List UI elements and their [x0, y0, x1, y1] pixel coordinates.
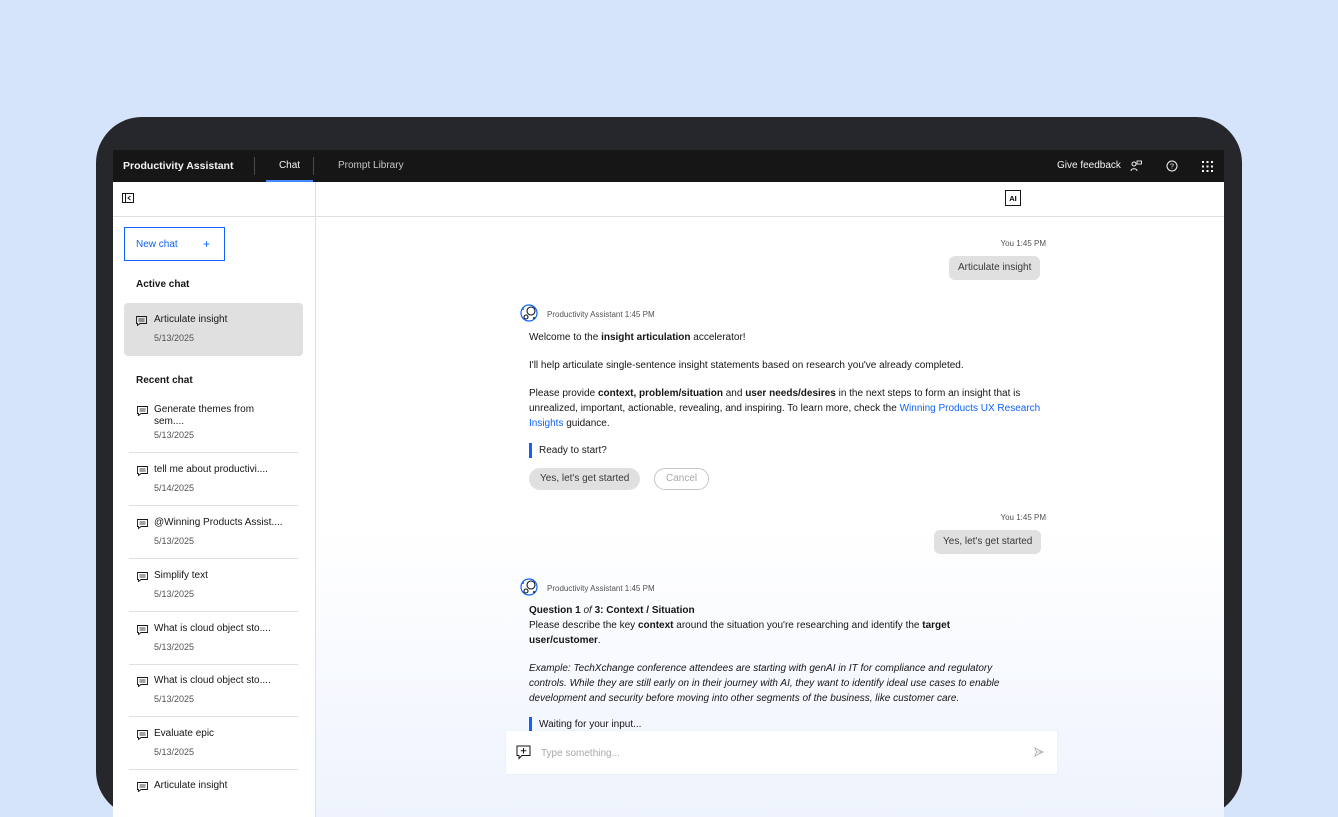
sidebar-divider [113, 216, 315, 217]
header-divider [254, 157, 255, 175]
list-divider [129, 452, 298, 453]
list-divider [129, 558, 298, 559]
recent-chat-title: Simplify text [154, 570, 208, 581]
recent-chat-item[interactable]: tell me about productivi.... 5/14/2025 [124, 464, 298, 504]
recent-chat-item[interactable]: What is cloud object sto.... 5/13/2025 [124, 623, 298, 663]
list-divider [129, 716, 298, 717]
assistant-avatar-icon [520, 304, 538, 322]
add-attachment-icon[interactable] [516, 745, 531, 760]
plus-icon: + [202, 237, 210, 251]
help-text: I'll help articulate single-sentence ins… [529, 360, 964, 371]
give-feedback-button[interactable]: Give feedback [1057, 150, 1121, 182]
app-header: Productivity Assistant Chat Prompt Libra… [113, 150, 1224, 182]
active-chat-title: Articulate insight [154, 314, 228, 325]
example-text: Example: TechXchange conference attendee… [529, 663, 1000, 704]
user-message-bubble: Articulate insight [949, 256, 1041, 280]
cancel-button[interactable]: Cancel [654, 468, 710, 490]
active-chat-heading: Active chat [136, 279, 190, 290]
recent-chat-date: 5/13/2025 [154, 536, 195, 546]
list-divider [129, 505, 298, 506]
give-feedback-label: Give feedback [1057, 160, 1121, 171]
chat-message-input[interactable] [539, 744, 1023, 762]
chat-icon [137, 677, 148, 687]
recent-chat-title: What is cloud object sto.... [154, 675, 271, 686]
recent-chat-title: Evaluate epic [154, 728, 215, 739]
collapse-sidebar-icon[interactable] [122, 191, 134, 203]
ai-label-icon[interactable]: AI [1005, 190, 1021, 206]
tab-prompt-library[interactable]: Prompt Library [338, 150, 404, 182]
recent-chat-title: Generate themes from [154, 404, 255, 415]
app-brand: Productivity Assistant [123, 160, 234, 172]
list-divider [129, 664, 298, 665]
chat-icon [136, 316, 147, 326]
send-icon[interactable] [1034, 747, 1044, 757]
recent-chat-heading: Recent chat [136, 375, 193, 386]
welcome-text: Welcome to the insight articulation acce… [529, 332, 746, 343]
new-chat-label: New chat [136, 239, 178, 250]
new-chat-button[interactable]: New chat + [124, 227, 225, 261]
recent-chat-title: tell me about productivi.... [154, 464, 268, 475]
question-heading: Question 1 of 3: Context / Situation [529, 605, 695, 616]
question-description: Please describe the key context around t… [529, 620, 951, 646]
chat-icon [137, 519, 148, 529]
assistant-avatar-icon [520, 578, 538, 596]
user-message-meta: You 1:45 PM [1000, 513, 1046, 522]
waiting-prompt: Waiting for your input... [529, 717, 641, 732]
recent-chat-title: What is cloud object sto.... [154, 623, 271, 634]
chat-sidebar: New chat + Active chat Articulate insigh… [113, 182, 316, 817]
recent-chat-date: 5/14/2025 [154, 483, 195, 493]
chat-icon [137, 406, 148, 416]
chat-icon [137, 625, 148, 635]
recent-chat-item[interactable]: Generate themes from sem.... 5/13/2025 [124, 404, 298, 450]
tab-chat[interactable]: Chat [266, 150, 313, 182]
assistant-message-meta: Productivity Assistant 1:45 PM [547, 310, 655, 319]
chat-icon [137, 466, 148, 476]
recent-chat-item[interactable]: @Winning Products Assist.... 5/13/2025 [124, 517, 298, 557]
user-message-meta: You 1:45 PM [1000, 239, 1046, 248]
svg-text:?: ? [1170, 164, 1174, 171]
recent-chat-date: 5/13/2025 [154, 642, 195, 652]
recent-chat-item[interactable]: Articulate insight [124, 780, 298, 810]
recent-chat-date: 5/13/2025 [154, 589, 195, 599]
recent-chat-item[interactable]: What is cloud object sto.... 5/13/2025 [124, 675, 298, 715]
start-button[interactable]: Yes, let's get started [529, 468, 641, 490]
list-divider [129, 769, 298, 770]
provide-text: Please provide context, problem/situatio… [529, 388, 1041, 429]
feedback-icon[interactable] [1128, 158, 1144, 174]
device-frame: Productivity Assistant Chat Prompt Libra… [96, 117, 1242, 817]
assistant-message-meta: Productivity Assistant 1:45 PM [547, 584, 655, 593]
header-divider [313, 157, 314, 175]
chat-icon [137, 782, 148, 792]
recent-chat-title-cont: sem.... [154, 416, 185, 427]
recent-chat-item[interactable]: Evaluate epic 5/13/2025 [124, 728, 298, 768]
chat-input-bar [506, 731, 1057, 774]
recent-chat-date: 5/13/2025 [154, 747, 195, 757]
recent-chat-title: Articulate insight [154, 780, 228, 791]
help-icon[interactable]: ? [1164, 158, 1180, 174]
chat-main: AI You 1:45 PM Articulate insight Produc… [316, 182, 1224, 817]
active-chat-item[interactable]: Articulate insight 5/13/2025 [124, 303, 303, 356]
recent-chat-date: 5/13/2025 [154, 694, 195, 704]
chat-icon [137, 730, 148, 740]
ready-prompt: Ready to start? [529, 443, 607, 458]
app-window: Productivity Assistant Chat Prompt Libra… [113, 150, 1224, 817]
recent-chat-title: @Winning Products Assist.... [154, 517, 283, 528]
user-message-bubble: Yes, let's get started [934, 530, 1042, 554]
active-chat-date: 5/13/2025 [154, 333, 195, 343]
recent-chat-item[interactable]: Simplify text 5/13/2025 [124, 570, 298, 610]
chat-toolbar: AI [316, 182, 1224, 217]
app-switcher-icon[interactable] [1199, 158, 1215, 174]
chat-icon [137, 572, 148, 582]
recent-chat-date: 5/13/2025 [154, 430, 195, 440]
list-divider [129, 611, 298, 612]
